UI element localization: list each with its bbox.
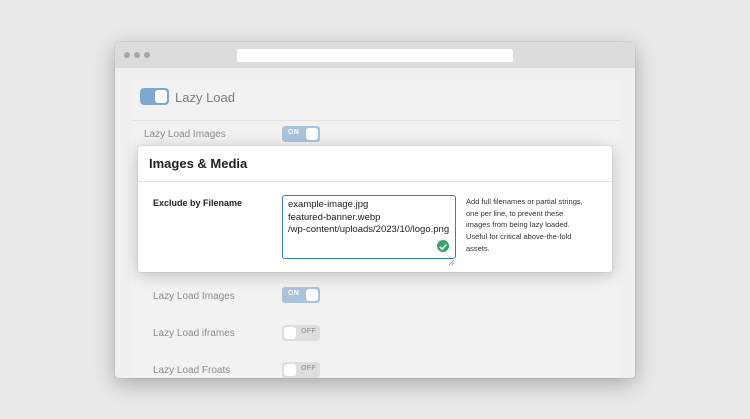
maximize-window-dot[interactable] <box>144 52 150 58</box>
minimize-window-dot[interactable] <box>134 52 140 58</box>
toggle-state-text: ON <box>288 129 300 136</box>
help-text-line: Useful for critical above-the-fold <box>466 232 572 242</box>
toggle-knob <box>284 327 296 339</box>
toggle-state-text: ON <box>288 290 300 297</box>
textarea-line: example-image.jpg <box>288 199 369 210</box>
help-text-line: Add full filenames or partial strings, <box>466 197 583 206</box>
help-text: Add full filenames or partial strings, o… <box>466 196 606 255</box>
exclude-by-filename-label: Exclude by Filename <box>153 198 243 208</box>
resize-grip-icon[interactable] <box>448 252 455 266</box>
textarea-line: /wp-content/uploads/2023/10/logo.png <box>288 224 450 235</box>
toggle-knob <box>306 128 318 140</box>
title-bar <box>115 42 635 68</box>
lazy-load-images-toggle-2[interactable]: ON <box>282 287 320 303</box>
lazy-load-froats-toggle[interactable]: OFF <box>282 362 320 378</box>
section-title: Lazy Load <box>175 90 235 105</box>
modal-title: Images & Media <box>149 156 248 171</box>
setting-label-lazy-load-images: Lazy Load Images <box>144 129 226 140</box>
textarea-line: featured-banner.webp <box>288 212 381 223</box>
lazy-load-images-toggle[interactable]: ON <box>282 126 320 142</box>
images-media-modal: Images & Media Exclude by Filename examp… <box>138 146 612 272</box>
help-text-line: assets. <box>466 243 490 253</box>
close-window-dot[interactable] <box>124 52 130 58</box>
lazy-load-master-toggle[interactable] <box>140 88 169 105</box>
toggle-state-text: OFF <box>301 365 316 372</box>
modal-divider <box>138 181 612 182</box>
toggle-state-text: OFF <box>301 328 316 335</box>
setting-label-lazy-load-images-2: Lazy Load Images <box>153 291 235 302</box>
help-text-line: one per line, to prevent these <box>466 208 564 218</box>
help-text-line: images from being lazy loaded. <box>466 220 570 230</box>
toggle-knob <box>306 289 318 301</box>
setting-label-lazy-load-iframes: Lazy Load iframes <box>153 328 235 339</box>
setting-label-lazy-load-froats: Lazy Load Froats <box>153 365 231 376</box>
toggle-knob <box>155 90 167 103</box>
exclude-filenames-textarea[interactable]: example-image.jpg featured-banner.webp /… <box>282 195 456 266</box>
valid-check-icon <box>437 240 449 252</box>
address-bar[interactable] <box>237 49 513 62</box>
section-divider <box>131 120 619 121</box>
lazy-load-iframes-toggle[interactable]: OFF <box>282 325 320 341</box>
toggle-knob <box>284 364 296 376</box>
